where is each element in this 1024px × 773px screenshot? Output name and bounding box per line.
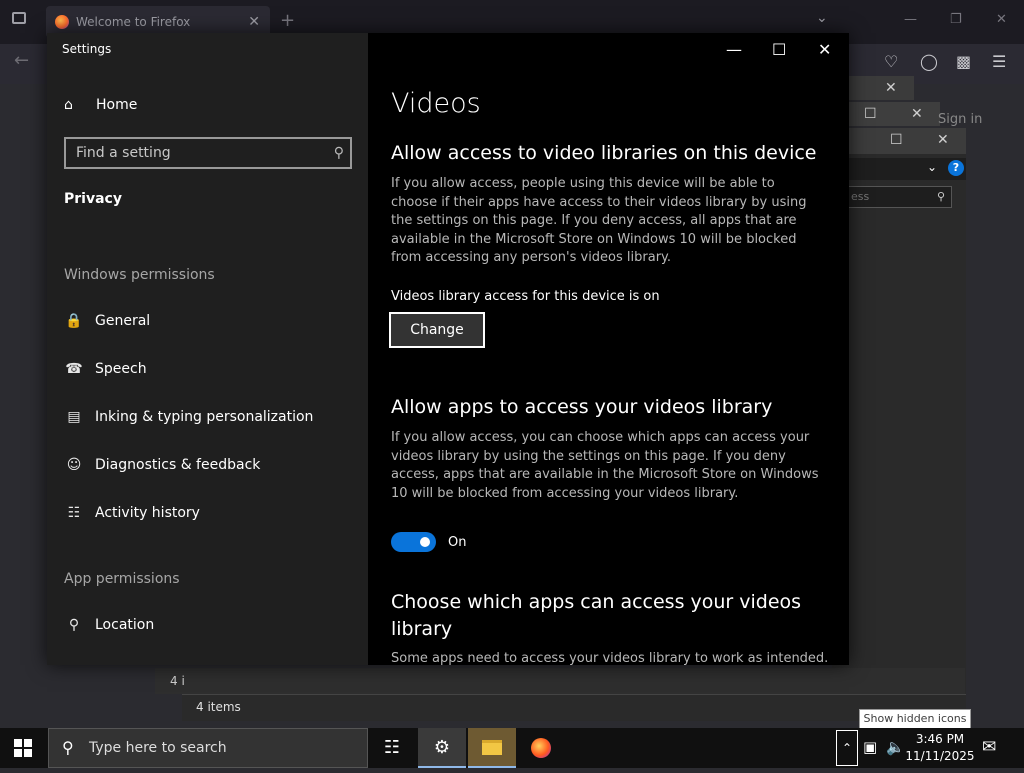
window-title: Settings — [62, 42, 112, 56]
change-button[interactable]: Change — [389, 312, 485, 348]
apps-access-description: If you allow access, you can choose whic… — [391, 430, 819, 501]
toggle-state-label: On — [448, 535, 467, 550]
firefox-tab-title: Welcome to Firefox — [76, 15, 191, 29]
nav-item-label: Inking & typing personalization — [95, 409, 314, 425]
restore-icon[interactable]: ☐ — [890, 132, 903, 148]
chevron-down-icon[interactable]: ⌄ — [816, 10, 828, 26]
clock-time: 3:46 PM — [915, 732, 965, 746]
clipboard-icon: ▤ — [67, 409, 81, 425]
windows-start-icon[interactable] — [14, 739, 32, 757]
explorer-search-input[interactable]: ess ⚲ — [848, 186, 952, 208]
nav-item-speech[interactable]: ☎ Speech — [64, 361, 147, 377]
minimize-icon[interactable]: — — [904, 12, 917, 27]
toggle-knob — [420, 537, 430, 547]
nav-item-activity-history[interactable]: ☷ Activity history — [64, 505, 200, 521]
explorer-window-front — [832, 128, 966, 718]
help-icon[interactable]: ? — [948, 160, 964, 176]
show-hidden-icons-button[interactable]: ⌃ — [836, 730, 858, 766]
menu-icon[interactable]: ☰ — [992, 52, 1006, 71]
home-icon: ⌂ — [64, 97, 73, 113]
nav-item-label: Diagnostics & feedback — [95, 457, 261, 473]
device-access-status: Videos library access for this device is… — [391, 289, 660, 304]
account-icon[interactable]: ◯ — [920, 52, 938, 71]
task-view-icon[interactable]: ☷ — [368, 728, 416, 768]
device-access-heading: Allow access to video libraries on this … — [391, 142, 817, 164]
nav-item-label: Activity history — [95, 505, 200, 521]
firefox-favicon-icon — [55, 15, 69, 29]
close-icon[interactable]: ✕ — [911, 106, 923, 122]
explorer-status-bar-back — [155, 668, 965, 694]
search-icon: ⚲ — [333, 145, 344, 161]
taskbar-search-input[interactable]: ⚲ Type here to search — [48, 728, 368, 768]
minimize-icon[interactable]: — — [726, 40, 742, 59]
location-icon: ⚲ — [68, 617, 80, 633]
device-access-description: If you allow access, people using this d… — [391, 176, 807, 266]
apps-access-toggle[interactable] — [391, 532, 436, 552]
choose-apps-description: Some apps need to access your videos lib… — [391, 651, 829, 665]
search-icon: ⚲ — [936, 190, 945, 203]
nav-item-location[interactable]: ⚲ Location — [64, 617, 154, 633]
page-title: Videos — [391, 88, 481, 119]
network-icon[interactable]: ▣ — [863, 738, 877, 756]
notification-icon[interactable]: ✉ — [982, 737, 996, 757]
item-count-label: 4 i — [170, 674, 185, 688]
section-windows-permissions: Windows permissions — [64, 267, 215, 283]
settings-gear-icon[interactable]: ⚙ — [418, 728, 466, 768]
close-icon[interactable]: ✕ — [937, 132, 949, 148]
maximize-icon[interactable]: ☐ — [772, 40, 786, 59]
file-explorer-icon[interactable] — [468, 728, 516, 768]
find-setting-input[interactable]: Find a setting ⚲ — [64, 137, 352, 169]
explorer-status-bar — [182, 694, 966, 721]
explorer-search-placeholder: ess — [851, 190, 870, 203]
tooltip: Show hidden icons — [859, 709, 971, 729]
close-icon[interactable]: ✕ — [996, 12, 1007, 27]
search-icon: ⚲ — [62, 738, 74, 757]
nav-item-label: Speech — [95, 361, 147, 377]
restore-icon[interactable]: ❐ — [950, 12, 962, 27]
chevron-down-icon[interactable]: ⌄ — [927, 160, 937, 174]
taskbar-search-placeholder: Type here to search — [89, 740, 227, 756]
firefox-icon[interactable] — [517, 728, 565, 768]
extensions-icon[interactable]: ▩ — [956, 52, 971, 71]
section-app-permissions: App permissions — [64, 571, 180, 587]
nav-home[interactable]: ⌂ Home — [64, 97, 137, 113]
find-setting-placeholder: Find a setting — [76, 145, 171, 161]
speech-icon: ☎ — [65, 361, 83, 377]
close-icon[interactable]: ✕ — [885, 80, 897, 96]
nav-item-diagnostics[interactable]: ☺ Diagnostics & feedback — [64, 457, 261, 473]
close-icon[interactable]: ✕ — [818, 40, 831, 59]
back-arrow-icon[interactable]: ← — [14, 50, 29, 71]
nav-item-inking[interactable]: ▤ Inking & typing personalization — [64, 409, 313, 425]
nav-item-general[interactable]: 🔒 General — [64, 313, 150, 329]
category-title: Privacy — [64, 191, 122, 207]
sign-in-link[interactable]: Sign in — [938, 112, 982, 127]
firefox-view-icon[interactable] — [12, 12, 26, 24]
restore-icon[interactable]: ☐ — [864, 106, 877, 122]
apps-access-heading: Allow apps to access your videos library — [391, 396, 773, 418]
clock-date: 11/11/2025 — [905, 749, 975, 763]
nav-home-label: Home — [96, 97, 138, 113]
item-count-label: 4 items — [196, 700, 241, 714]
clock[interactable]: 3:46 PM 11/11/2025 — [904, 731, 976, 765]
choose-apps-heading: Choose which apps can access your videos… — [391, 591, 802, 640]
nav-item-label: Location — [95, 617, 155, 633]
lock-icon: 🔒 — [65, 313, 83, 329]
new-tab-button[interactable]: + — [280, 10, 295, 31]
nav-item-label: General — [95, 313, 151, 329]
pocket-icon[interactable]: ♡ — [884, 52, 898, 71]
feedback-icon: ☺ — [66, 457, 82, 473]
timeline-icon: ☷ — [67, 505, 81, 521]
volume-muted-icon[interactable]: 🔈 — [886, 738, 905, 756]
